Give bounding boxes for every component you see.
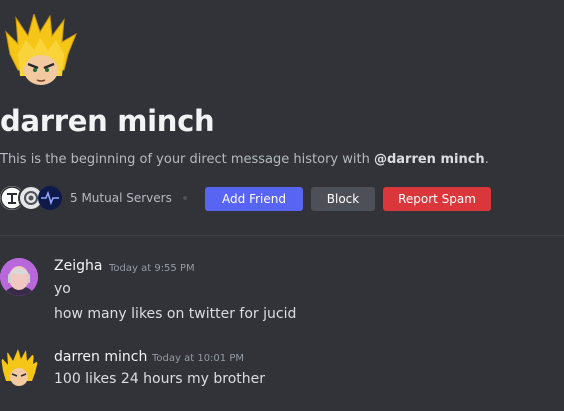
dm-username-title: darren minch <box>0 104 215 138</box>
message-text: how many likes on twitter for jucid <box>54 306 297 322</box>
user-avatar[interactable] <box>0 349 38 387</box>
intro-prefix: This is the beginning of your direct mes… <box>0 152 374 167</box>
mutual-server-icon[interactable] <box>38 186 62 210</box>
intro-suffix: . <box>484 152 489 167</box>
mutual-servers-link[interactable]: 5 Mutual Servers <box>70 191 172 205</box>
divider <box>0 235 564 236</box>
profile-avatar[interactable] <box>4 12 78 88</box>
block-button[interactable]: Block <box>311 187 375 211</box>
dm-intro-text: This is the beginning of your direct mes… <box>0 152 489 167</box>
intro-user-mention: @darren minch <box>373 152 485 167</box>
message-timestamp: Today at 9:55 PM <box>109 263 195 274</box>
message-text: yo <box>54 281 71 297</box>
separator-dot <box>183 196 187 200</box>
add-friend-button[interactable]: Add Friend <box>205 187 303 211</box>
user-avatar[interactable] <box>0 258 38 296</box>
message-author[interactable]: Zeigha <box>54 258 102 274</box>
message-text: 100 likes 24 hours my brother <box>54 371 265 387</box>
message-author[interactable]: darren minch <box>54 349 147 365</box>
report-spam-button[interactable]: Report Spam <box>383 187 491 211</box>
message-timestamp: Today at 10:01 PM <box>152 353 244 364</box>
